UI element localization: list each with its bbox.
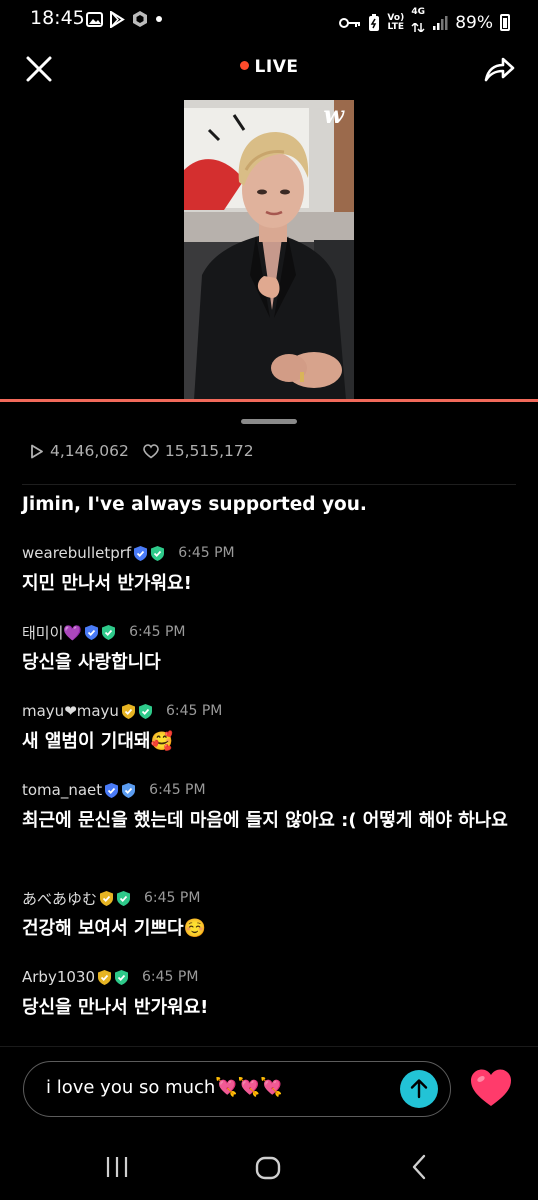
comment-item: wearebulletprf 6:45 PM 지민 만나서 반가워요! <box>22 542 522 598</box>
comment-username[interactable]: mayu❤mayu <box>22 702 119 720</box>
comment-time: 6:45 PM <box>178 545 235 561</box>
membership-badges <box>96 969 130 986</box>
comment-item: Arby1030 6:45 PM 당신을 만나서 반가워요! <box>22 966 522 1022</box>
badge-green-icon <box>138 703 152 719</box>
comment-username[interactable]: toma_naet <box>22 781 102 799</box>
comment-username[interactable]: Arby1030 <box>22 968 95 986</box>
live-topbar: LIVE <box>0 44 538 92</box>
comment-message: 당신을 만나서 반가워요! <box>22 997 209 1018</box>
comment-time: 6:45 PM <box>142 969 199 985</box>
comment-username[interactable]: あべあゆむ <box>22 888 97 909</box>
badge-blue-icon <box>122 782 136 798</box>
drag-handle[interactable] <box>241 419 297 424</box>
comment-item: あべあゆむ 6:45 PM 건강해 보여서 기쁘다☺️ <box>22 887 522 943</box>
volte-indicator: Vo) LTE <box>387 12 405 32</box>
back-icon[interactable] <box>410 1154 428 1180</box>
data-arrows-icon <box>411 21 425 34</box>
notification-icons <box>86 10 163 28</box>
video-progress-line <box>0 399 538 402</box>
stats-divider <box>22 484 516 485</box>
membership-badges <box>98 890 132 907</box>
comment-time: 6:45 PM <box>144 890 201 906</box>
badge-green-icon <box>102 624 116 640</box>
badge-yellow-icon <box>121 703 135 719</box>
membership-badges <box>83 624 117 641</box>
like-count: 15,515,172 <box>164 442 254 460</box>
comment-time: 6:45 PM <box>149 782 206 798</box>
input-divider <box>0 1046 538 1047</box>
badge-yellow-icon <box>100 890 114 906</box>
badge-green-icon <box>151 545 165 561</box>
play-store-icon <box>110 10 125 28</box>
gallery-icon <box>86 11 103 27</box>
comment-item: 태미이💜 6:45 PM 당신을 사랑합니다 <box>22 621 522 677</box>
comment-message: 최근에 문신을 했는데 마음에 들지 않아요 :( 어떻게 해야 하나요 <box>22 810 508 831</box>
badge-blue-icon <box>105 782 119 798</box>
membership-badges <box>103 782 137 799</box>
comment-input[interactable]: i love you so much💘💘💘 <box>23 1061 451 1117</box>
heart-like-button[interactable] <box>469 1068 513 1108</box>
live-indicator: LIVE <box>0 57 538 77</box>
comment-message: 건강해 보여서 기쁘다☺️ <box>22 918 206 939</box>
comment-message: 지민 만나서 반가워요! <box>22 573 192 594</box>
badge-yellow-icon <box>98 969 112 985</box>
comment-item: mayu❤mayu 6:45 PM 새 앨범이 기대돼🥰 <box>22 700 522 756</box>
comment-item: toma_naet 6:45 PM 최근에 문신을 했는데 마음에 들지 않아요… <box>22 779 522 835</box>
badge-green-icon <box>117 890 131 906</box>
badge-blue-icon <box>134 545 148 561</box>
battery-icon <box>500 14 510 31</box>
video-frame <box>184 100 354 400</box>
video-watermark: w <box>323 100 344 129</box>
network-4g-indicator: 4G <box>411 8 425 37</box>
comment-time: 6:45 PM <box>129 624 186 640</box>
badge-green-icon <box>115 969 129 985</box>
live-label: LIVE <box>254 57 299 77</box>
view-count: 4,146,062 <box>50 442 129 460</box>
battery-percent: 89% <box>455 12 493 33</box>
membership-badges <box>120 703 154 720</box>
battery-saver-icon <box>369 13 380 31</box>
comment-message: 새 앨범이 기대돼🥰 <box>22 731 173 752</box>
comment-username[interactable]: 태미이💜 <box>22 622 82 643</box>
signal-icon <box>433 15 448 30</box>
system-icons: Vo) LTE 4G 89% <box>339 8 510 37</box>
heart-outline-icon <box>143 443 159 458</box>
membership-badges <box>132 545 166 562</box>
recent-apps-icon[interactable] <box>105 1156 129 1178</box>
comment-input-text[interactable]: i love you so much💘💘💘 <box>46 1077 283 1098</box>
comment-time: 6:45 PM <box>165 703 223 719</box>
arrow-up-icon <box>410 1079 428 1099</box>
send-button[interactable] <box>400 1070 438 1108</box>
live-dot <box>239 61 249 70</box>
app-icon <box>133 11 147 27</box>
key-icon <box>339 17 361 28</box>
comment-message: 당신을 사랑합니다 <box>22 652 161 673</box>
live-video-player[interactable]: w <box>184 100 354 400</box>
status-bar: 18:45 Vo) LTE 4G 89% <box>0 0 538 40</box>
badge-blue-icon <box>85 624 99 640</box>
dot-icon <box>156 16 162 22</box>
comment-username[interactable]: wearebulletprf <box>22 544 131 562</box>
share-icon[interactable] <box>482 52 516 86</box>
home-icon[interactable] <box>255 1156 281 1180</box>
status-time: 18:45 <box>30 7 85 29</box>
play-count-icon <box>31 444 43 458</box>
pinned-message: Jimin, I've always supported you. <box>22 494 367 515</box>
system-nav-bar <box>0 1140 538 1200</box>
live-stats: 4,146,062 15,515,172 <box>30 442 254 460</box>
